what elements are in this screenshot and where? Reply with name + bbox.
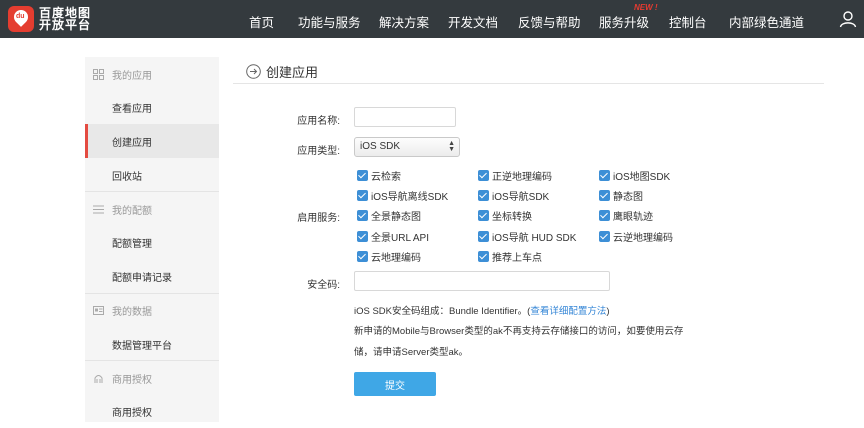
sidebar-group-my-quota: 我的配额	[85, 192, 219, 226]
storage-note-line-1: 新申请的Mobile与Browser类型的ak不再支持云存储接口的访问，如要使用…	[354, 326, 684, 337]
sidebar-group-label: 我的应用	[112, 70, 152, 82]
select-arrows-icon: ▲ ▼	[448, 140, 455, 153]
checkbox-checked-icon	[357, 251, 368, 262]
arrow-circle-icon	[246, 64, 261, 79]
app-type-select[interactable]: iOS SDK ▲ ▼	[354, 137, 460, 157]
note-text: iOS SDK安全码组成：Bundle Identifier。(	[354, 306, 531, 317]
nav-feedback[interactable]: 反馈与帮助	[518, 12, 581, 31]
logo[interactable]: du 百度地图 开放平台	[8, 5, 91, 33]
service-checkbox[interactable]: 全景URL API	[357, 229, 429, 244]
checkbox-checked-icon	[357, 190, 368, 201]
service-label: 鹰眼轨迹	[613, 212, 653, 223]
service-label: iOS导航SDK	[492, 192, 550, 203]
sidebar-group-my-apps: 我的应用	[85, 57, 219, 91]
sidebar-item-create-app[interactable]: 创建应用	[85, 124, 219, 158]
service-label: iOS地图SDK	[613, 172, 671, 183]
nav-upgrade[interactable]: 服务升级	[599, 12, 649, 31]
service-checkbox[interactable]: 推荐上车点	[478, 249, 542, 264]
service-label: 推荐上车点	[492, 253, 542, 264]
service-label: 正逆地理编码	[492, 172, 552, 183]
service-checkbox[interactable]: 全景静态图	[357, 208, 421, 223]
security-code-label: 安全码:	[307, 280, 340, 291]
app-name-label: 应用名称:	[297, 116, 340, 127]
sidebar-group-label: 我的配额	[112, 205, 152, 217]
nav-features[interactable]: 功能与服务	[298, 12, 361, 31]
sidebar-group-commercial: 商用授权	[85, 361, 219, 395]
service-checkbox[interactable]: 鹰眼轨迹	[599, 208, 653, 223]
service-checkbox[interactable]: 坐标转换	[478, 208, 532, 223]
service-checkbox[interactable]: iOS导航 HUD SDK	[478, 229, 576, 244]
service-label: 坐标转换	[492, 212, 532, 223]
storage-note-line-2: 储，请申请Server类型ak。	[354, 347, 469, 358]
service-label: 全景URL API	[371, 233, 429, 244]
checkbox-checked-icon	[357, 210, 368, 221]
nav-home[interactable]: 首页	[249, 12, 274, 31]
service-label: 云检索	[371, 172, 401, 183]
service-checkbox[interactable]: 云逆地理编码	[599, 229, 673, 244]
hand-icon	[94, 374, 103, 383]
service-checkbox[interactable]: iOS导航离线SDK	[357, 188, 448, 203]
service-label: 全景静态图	[371, 212, 421, 223]
nav-docs[interactable]: 开发文档	[448, 12, 498, 31]
sidebar-item-commercial-license[interactable]: 商用授权	[85, 394, 219, 428]
checkbox-checked-icon	[599, 170, 610, 181]
new-badge: NEW !	[634, 3, 658, 12]
nav-console[interactable]: 控制台	[669, 12, 707, 31]
sidebar-group-label: 我的数据	[112, 306, 152, 318]
service-checkbox[interactable]: 云检索	[357, 168, 401, 183]
id-card-icon	[93, 305, 104, 315]
service-label: iOS导航 HUD SDK	[492, 233, 577, 244]
service-checkbox[interactable]: iOS导航SDK	[478, 188, 549, 203]
sidebar-group-my-data: 我的数据	[85, 293, 219, 327]
app-type-value: iOS SDK	[360, 141, 401, 152]
page-title-text: 创建应用	[266, 65, 319, 80]
submit-button[interactable]: 提交	[354, 372, 436, 396]
checkbox-checked-icon	[599, 190, 610, 201]
service-checkbox[interactable]: iOS地图SDK	[599, 168, 670, 183]
checkbox-checked-icon	[478, 170, 489, 181]
grid-icon	[93, 68, 104, 80]
title-divider	[233, 83, 824, 84]
security-code-input[interactable]	[354, 271, 610, 291]
checkbox-checked-icon	[478, 190, 489, 201]
service-checkbox[interactable]: 正逆地理编码	[478, 168, 552, 183]
services-label: 启用服务:	[297, 213, 340, 224]
sidebar-item-recycle-bin[interactable]: 回收站	[85, 158, 219, 192]
security-note: iOS SDK安全码组成：Bundle Identifier。(查看详细配置方法…	[354, 303, 610, 317]
nav-green-channel[interactable]: 内部绿色通道	[729, 12, 804, 31]
sidebar-group-label: 商用授权	[112, 374, 152, 386]
service-label: iOS导航离线SDK	[371, 192, 449, 203]
service-label: 云地理编码	[371, 253, 421, 264]
checkbox-checked-icon	[478, 231, 489, 242]
list-icon	[93, 205, 104, 213]
checkbox-checked-icon	[599, 210, 610, 221]
checkbox-checked-icon	[357, 170, 368, 181]
sidebar-item-quota-records[interactable]: 配额申请记录	[85, 259, 219, 293]
service-label: 云逆地理编码	[613, 233, 673, 244]
checkbox-checked-icon	[599, 231, 610, 242]
note-text: )	[606, 306, 610, 317]
checkbox-checked-icon	[478, 251, 489, 262]
top-navbar: du 百度地图 开放平台 首页 功能与服务 解决方案 开发文档 反馈与帮助 服务…	[0, 0, 864, 38]
nav-solutions[interactable]: 解决方案	[379, 12, 429, 31]
app-name-input[interactable]	[354, 107, 456, 127]
checkbox-checked-icon	[478, 210, 489, 221]
sidebar: 我的应用 查看应用 创建应用 回收站 我的配额 配额管理 配额申请记录 我的数据…	[85, 57, 219, 422]
user-icon[interactable]	[838, 9, 858, 29]
page-title: 创建应用	[246, 62, 318, 81]
logo-line-2: 开放平台	[39, 18, 92, 32]
service-checkbox[interactable]: 云地理编码	[357, 249, 421, 264]
sidebar-item-data-platform[interactable]: 数据管理平台	[85, 327, 219, 361]
service-label: 静态图	[613, 192, 643, 203]
map-pin-logo-icon: du	[8, 6, 34, 32]
sidebar-item-view-apps[interactable]: 查看应用	[85, 90, 219, 124]
service-checkbox[interactable]: 静态图	[599, 188, 643, 203]
sidebar-item-quota-manage[interactable]: 配额管理	[85, 225, 219, 259]
config-details-link[interactable]: 查看详细配置方法	[530, 306, 606, 317]
checkbox-checked-icon	[357, 231, 368, 242]
app-type-label: 应用类型:	[297, 146, 340, 157]
logo-text: 百度地图 开放平台	[39, 7, 91, 31]
